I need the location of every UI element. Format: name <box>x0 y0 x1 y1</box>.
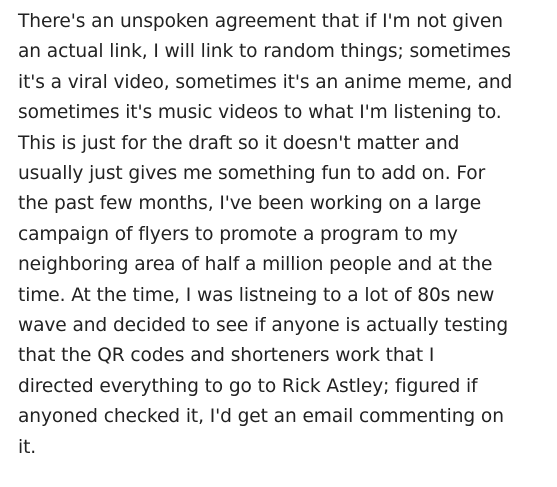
text-line: usually just gives me something fun to a… <box>18 163 486 185</box>
text-line: it. <box>18 436 37 458</box>
text-line: wave and decided to see if anyone is act… <box>18 315 509 337</box>
text-line: that the QR codes and shorteners work th… <box>18 345 435 367</box>
post-text-block: There's an unspoken agreement that if I'… <box>18 7 553 463</box>
text-line: time. At the time, I was listneing to a … <box>18 284 495 306</box>
text-line: campaign of flyers to promote a program … <box>18 223 458 245</box>
text-line: the past few months, I've been working o… <box>18 193 482 215</box>
text-line: sometimes it's music videos to what I'm … <box>18 102 502 124</box>
text-line: an actual link, I will link to random th… <box>18 41 511 63</box>
text-line: anyoned checked it, I'd get an email com… <box>18 406 504 428</box>
text-line: This is just for the draft so it doesn't… <box>18 132 460 154</box>
text-line: There's an unspoken agreement that if I'… <box>18 11 503 32</box>
text-line: directed everything to go to Rick Astley… <box>18 375 478 397</box>
text-line: it's a viral video, sometimes it's an an… <box>18 71 513 93</box>
text-line: neighboring area of half a million peopl… <box>18 254 493 276</box>
